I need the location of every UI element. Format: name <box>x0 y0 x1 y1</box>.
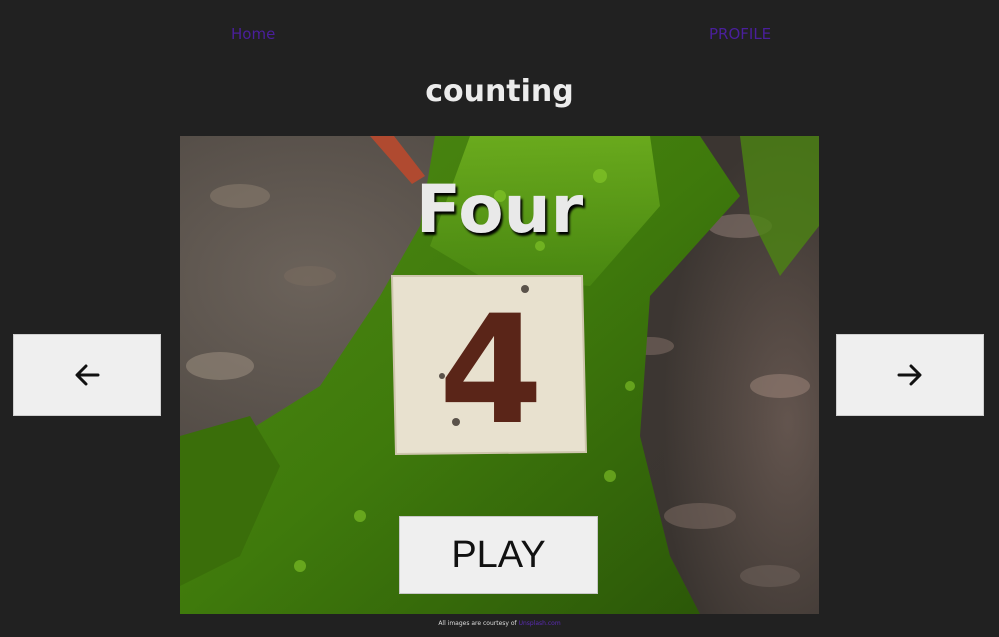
page-title: counting <box>425 74 574 109</box>
nav-home-link[interactable]: Home <box>231 24 275 44</box>
arrow-left-icon <box>75 364 100 386</box>
svg-text:4: 4 <box>439 294 543 434</box>
credit-text: All images are courtesy of <box>438 620 517 627</box>
digit-graphic: 4 <box>439 294 543 434</box>
play-button[interactable]: PLAY <box>399 516 598 594</box>
image-credit: All images are courtesy of Unsplash.com <box>0 619 999 629</box>
next-button[interactable] <box>836 334 984 416</box>
previous-button[interactable] <box>13 334 161 416</box>
unsplash-link[interactable]: Unsplash.com <box>519 620 561 627</box>
top-nav: Home PROFILE <box>0 24 999 44</box>
nav-profile-link[interactable]: PROFILE <box>709 24 771 44</box>
arrow-right-icon <box>897 364 922 386</box>
number-word: Four <box>415 171 584 248</box>
